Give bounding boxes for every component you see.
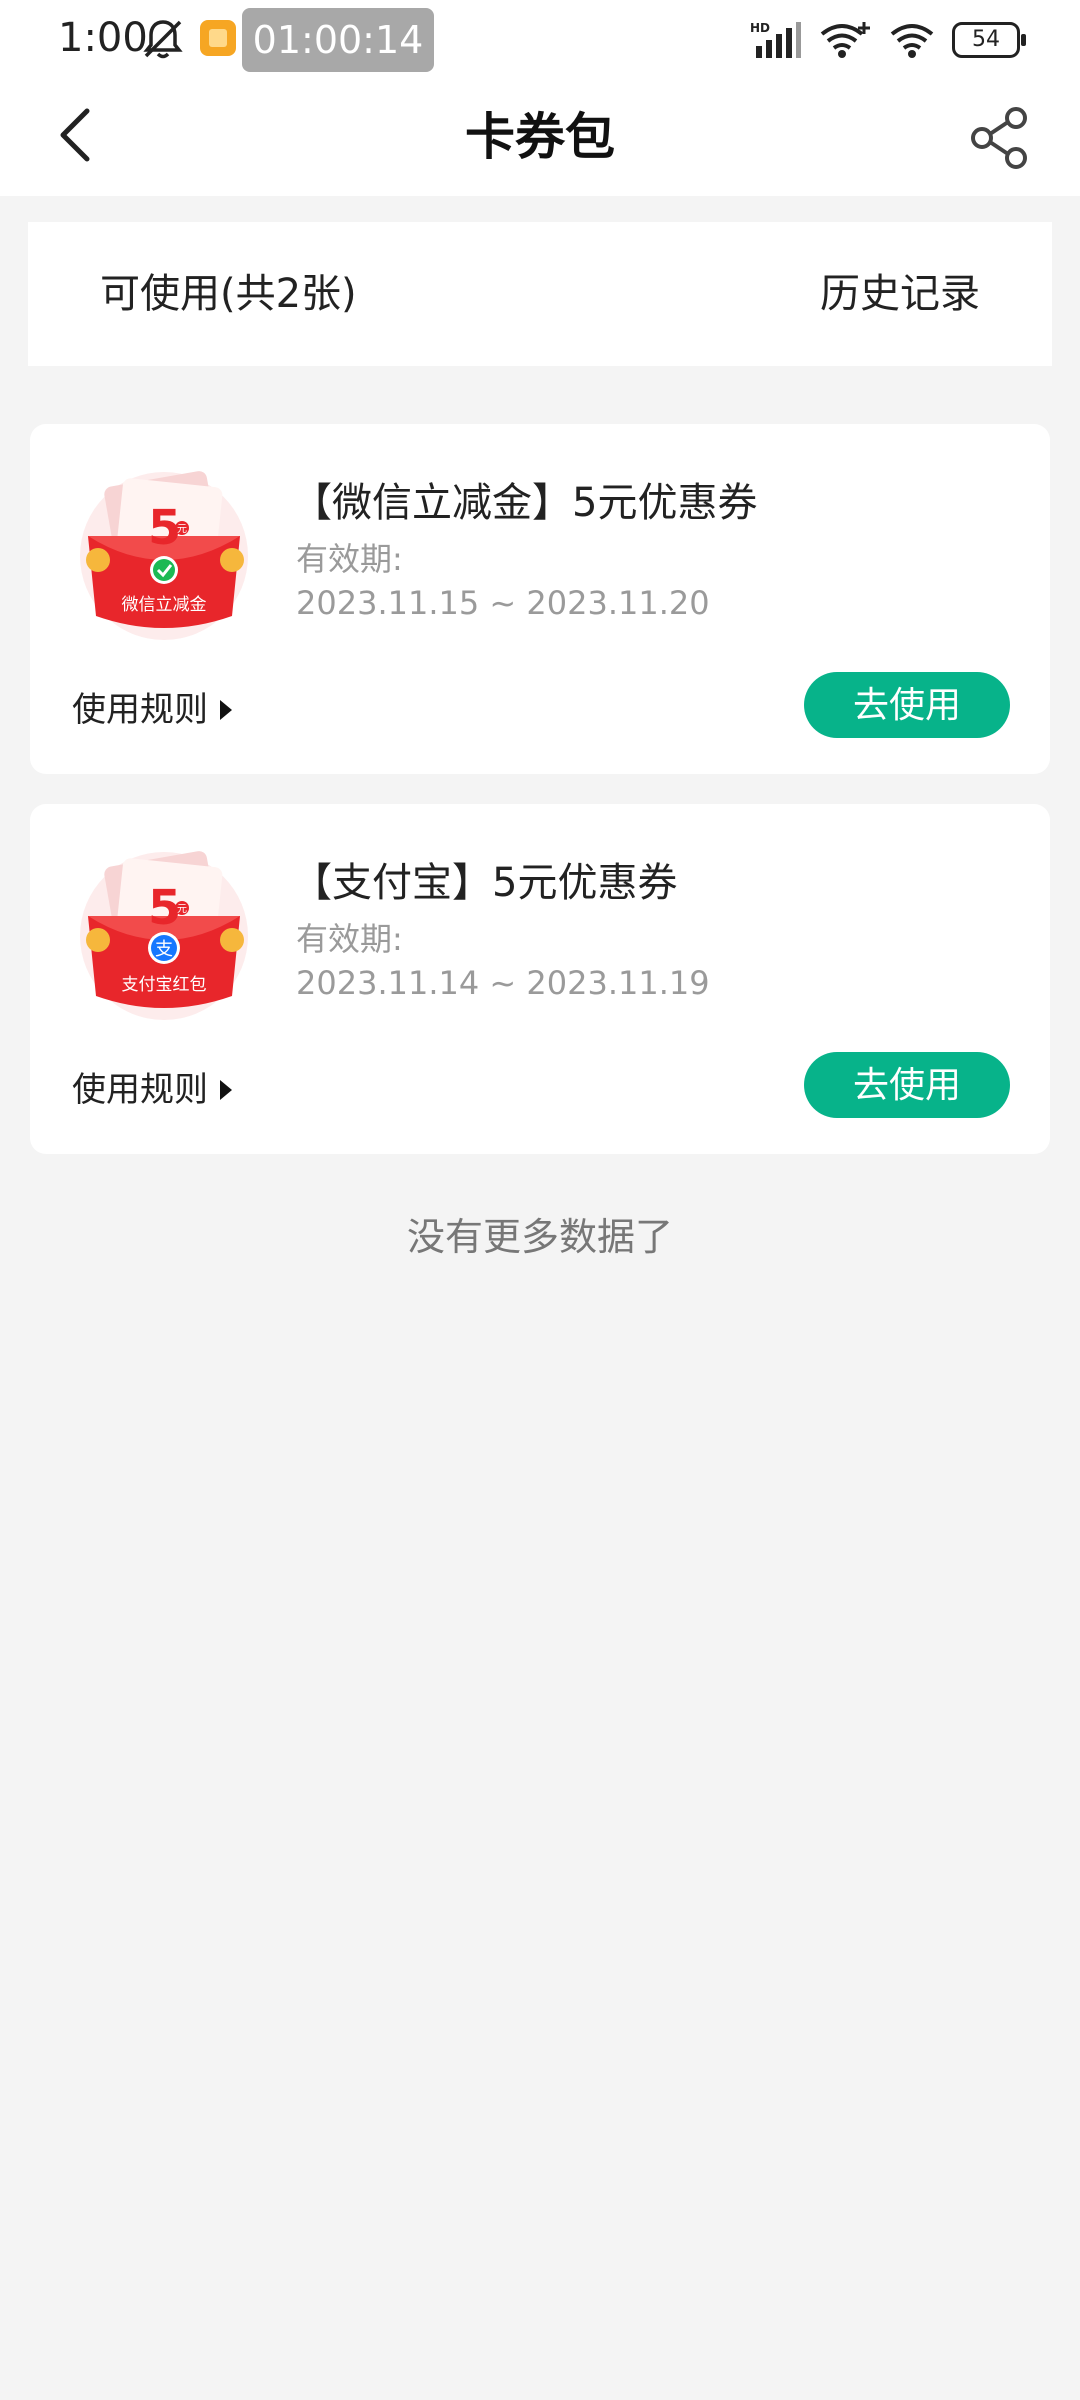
status-icons: HD 54 <box>750 18 1026 62</box>
no-more-data-text: 没有更多数据了 <box>406 1215 673 1259</box>
logo-unit: 元 <box>177 904 187 915</box>
caret-right-icon <box>220 1080 232 1100</box>
coupon-name: 【支付宝】5元优惠券 <box>292 860 678 906</box>
coupon-valid-label: 有效期: <box>296 540 403 578</box>
logo-unit: 元 <box>177 524 187 535</box>
share-button[interactable] <box>962 100 1038 176</box>
back-button[interactable] <box>40 100 110 170</box>
status-time: 1:00 <box>58 15 148 61</box>
coupon-valid-label: 有效期: <box>296 920 403 958</box>
tab-available[interactable]: 可使用(共2张) <box>100 222 357 366</box>
recording-timer: 01:00:14 <box>242 8 434 72</box>
wifi-plus-icon <box>820 22 870 58</box>
wifi-icon <box>890 24 934 58</box>
usage-rules-link[interactable]: 使用规则 <box>72 1066 232 1114</box>
usage-rules-label: 使用规则 <box>72 690 208 730</box>
app-notification-icon <box>200 20 236 56</box>
use-coupon-button[interactable]: 去使用 <box>804 1052 1010 1118</box>
logo-badge-text: 支 <box>155 939 173 960</box>
status-bar: 1:00 01:00:14 HD 54 <box>0 0 1080 78</box>
chevron-left-icon <box>60 108 90 162</box>
wechat-coupon-logo: 5 元 微信立减金 <box>80 471 248 640</box>
coupon-valid-range: 2023.11.14 ~ 2023.11.19 <box>296 964 710 1002</box>
logo-caption: 支付宝红包 <box>122 975 207 995</box>
coupon-name: 【微信立减金】5元优惠券 <box>292 480 758 526</box>
usage-rules-label: 使用规则 <box>72 1070 208 1110</box>
network-label: HD <box>750 21 770 35</box>
page-title: 卡券包 <box>465 108 615 166</box>
header: 卡券包 <box>0 78 1080 196</box>
mute-bell-icon <box>143 20 183 59</box>
caret-right-icon <box>220 700 232 720</box>
logo-caption: 微信立减金 <box>122 595 207 615</box>
battery-icon: 54 <box>952 22 1026 58</box>
alipay-coupon-logo: 5 元 支 支付宝红包 <box>80 851 248 1020</box>
use-coupon-button[interactable]: 去使用 <box>804 672 1010 738</box>
tab-history[interactable]: 历史记录 <box>820 222 980 366</box>
coupon-card: 5 元 微信立减金 【微信立减金】5元优惠券 有效期: 2023.11.15 ~… <box>30 424 1050 774</box>
coupon-card: 5 元 支 支付宝红包 【支付宝】5元优惠券 有效期: 2023.11.14 ~… <box>30 804 1050 1154</box>
coupon-tabs: 可使用(共2张) 历史记录 <box>28 222 1052 366</box>
signal-icon: HD <box>750 21 801 58</box>
coupon-valid-range: 2023.11.15 ~ 2023.11.20 <box>296 584 710 622</box>
usage-rules-link[interactable]: 使用规则 <box>72 686 232 734</box>
share-icon <box>971 107 1027 169</box>
